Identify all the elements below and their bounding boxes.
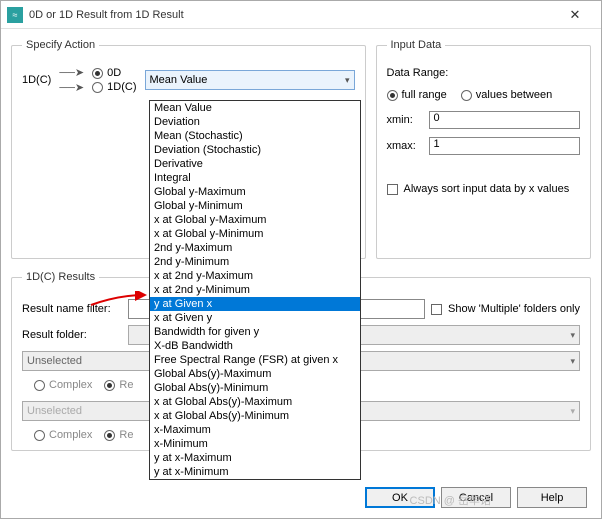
- dropdown-item[interactable]: Bandwidth for given y: [150, 325, 360, 339]
- dropdown-item[interactable]: y at Given x: [150, 297, 360, 311]
- dropdown-item[interactable]: x at Global Abs(y)-Maximum: [150, 395, 360, 409]
- radio-complex-1[interactable]: [34, 380, 45, 391]
- radio-complex-2-label: Complex: [49, 429, 92, 441]
- action-combo[interactable]: Mean Value ▾: [145, 70, 355, 90]
- arrow-icon: ──➤ ──➤: [59, 66, 84, 94]
- always-sort-checkbox[interactable]: [387, 184, 398, 195]
- radio-full-range[interactable]: [387, 90, 398, 101]
- xmax-label: xmax:: [387, 140, 423, 152]
- chevron-down-icon: ▾: [570, 330, 575, 341]
- action-dropdown-list[interactable]: Mean ValueDeviationMean (Stochastic)Devi…: [149, 100, 361, 480]
- action-combo-value: Mean Value: [150, 74, 208, 86]
- radio-values-between[interactable]: [461, 90, 472, 101]
- dropdown-item[interactable]: x at Given y: [150, 311, 360, 325]
- radio-0d[interactable]: [92, 68, 103, 79]
- radio-re-1[interactable]: [104, 380, 115, 391]
- specify-legend: Specify Action: [22, 39, 99, 51]
- inputdata-legend: Input Data: [387, 39, 446, 51]
- dropdown-item[interactable]: Mean Value: [150, 101, 360, 115]
- dropdown-item[interactable]: x-Maximum: [150, 423, 360, 437]
- dropdown-item[interactable]: 2nd y-Minimum: [150, 255, 360, 269]
- dropdown-item[interactable]: x at 2nd y-Maximum: [150, 269, 360, 283]
- app-icon: ≈: [7, 7, 23, 23]
- dropdown-item[interactable]: Free Spectral Range (FSR) at given x: [150, 353, 360, 367]
- cancel-button[interactable]: Cancel: [441, 487, 511, 508]
- dropdown-item[interactable]: y at x-Minimum: [150, 465, 360, 479]
- xmin-label: xmin:: [387, 114, 423, 126]
- dropdown-item[interactable]: 2nd y-Maximum: [150, 241, 360, 255]
- dropdown-item[interactable]: X-dB Bandwidth: [150, 339, 360, 353]
- dropdown-item[interactable]: Global y-Maximum: [150, 185, 360, 199]
- dropdown-item[interactable]: Global Abs(y)-Maximum: [150, 367, 360, 381]
- dropdown-item[interactable]: x at Global y-Minimum: [150, 227, 360, 241]
- xmin-input[interactable]: 0: [429, 111, 581, 129]
- always-sort-label: Always sort input data by x values: [404, 183, 570, 195]
- show-multiple-label: Show 'Multiple' folders only: [448, 303, 580, 315]
- dropdown-item[interactable]: y at x-Maximum: [150, 451, 360, 465]
- radio-values-between-label: values between: [476, 89, 552, 101]
- dropdown-item[interactable]: Global Abs(y)-Minimum: [150, 381, 360, 395]
- dropdown-item[interactable]: Deviation (Stochastic): [150, 143, 360, 157]
- chevron-down-icon: ▾: [570, 406, 575, 417]
- input-data-group: Input Data Data Range: full range values…: [376, 39, 592, 259]
- radio-1dc-label: 1D(C): [107, 81, 136, 93]
- dropdown-item[interactable]: Rejected Bandwidth in % at y: [150, 479, 360, 480]
- window-title: 0D or 1D Result from 1D Result: [29, 9, 555, 21]
- radio-complex-1-label: Complex: [49, 379, 92, 391]
- chevron-down-icon: ▾: [345, 75, 350, 86]
- close-icon[interactable]: ✕: [555, 7, 595, 23]
- dropdown-item[interactable]: x at Global Abs(y)-Minimum: [150, 409, 360, 423]
- unselected-2-value: Unselected: [27, 405, 82, 417]
- radio-re-2-label: Re: [119, 429, 133, 441]
- radio-0d-label: 0D: [107, 67, 121, 79]
- dropdown-item[interactable]: x at 2nd y-Minimum: [150, 283, 360, 297]
- chevron-down-icon: ▾: [570, 356, 575, 367]
- source-label: 1D(C): [22, 74, 51, 86]
- dropdown-item[interactable]: Integral: [150, 171, 360, 185]
- dropdown-item[interactable]: Derivative: [150, 157, 360, 171]
- filter-label: Result name filter:: [22, 303, 122, 315]
- radio-complex-2: [34, 430, 45, 441]
- unselected-1-value: Unselected: [27, 355, 82, 367]
- dropdown-item[interactable]: Deviation: [150, 115, 360, 129]
- help-button[interactable]: Help: [517, 487, 587, 508]
- dropdown-item[interactable]: Global y-Minimum: [150, 199, 360, 213]
- radio-re-1-label: Re: [119, 379, 133, 391]
- dropdown-item[interactable]: Mean (Stochastic): [150, 129, 360, 143]
- radio-1dc[interactable]: [92, 82, 103, 93]
- data-range-label: Data Range:: [387, 67, 581, 79]
- dropdown-item[interactable]: x-Minimum: [150, 437, 360, 451]
- xmax-input[interactable]: 1: [429, 137, 581, 155]
- show-multiple-checkbox[interactable]: [431, 304, 442, 315]
- radio-re-2: [104, 430, 115, 441]
- ok-button[interactable]: OK: [365, 487, 435, 508]
- folder-label: Result folder:: [22, 329, 122, 341]
- dropdown-item[interactable]: x at Global y-Maximum: [150, 213, 360, 227]
- radio-full-range-label: full range: [402, 89, 447, 101]
- results-legend: 1D(C) Results: [22, 271, 99, 283]
